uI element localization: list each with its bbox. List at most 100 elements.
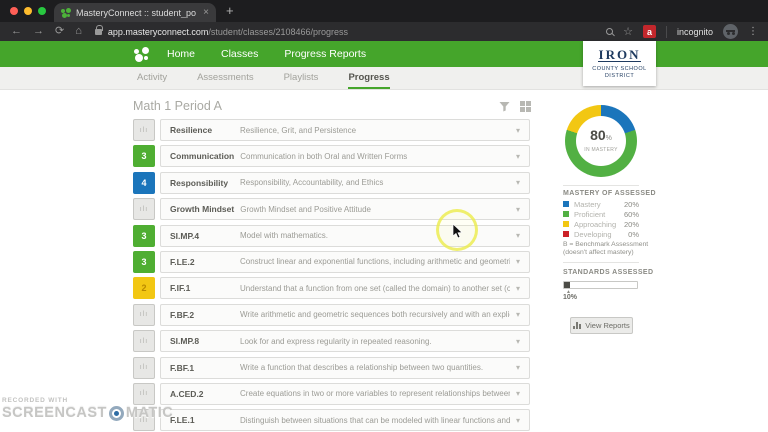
chevron-down-icon[interactable]: ▾ xyxy=(516,310,520,319)
chevron-down-icon[interactable]: ▾ xyxy=(516,126,520,135)
standard-score-badge: ılı xyxy=(133,304,155,326)
legend-color-swatch xyxy=(563,201,569,207)
chevron-down-icon[interactable]: ▾ xyxy=(516,152,520,161)
nav-item-progress-reports[interactable]: Progress Reports xyxy=(284,48,366,60)
legend-label: Approaching xyxy=(574,220,624,229)
standard-score-badge: 3 xyxy=(133,145,155,167)
chevron-down-icon[interactable]: ▾ xyxy=(516,257,520,266)
lock-icon xyxy=(95,29,102,35)
close-window-button[interactable] xyxy=(10,7,18,15)
standard-box[interactable]: CommunicationCommunication in both Oral … xyxy=(160,145,530,167)
standard-row[interactable]: 4ResponsibilityResponsibility, Accountab… xyxy=(133,172,530,194)
standard-row[interactable]: 2F.IF.1Understand that a function from o… xyxy=(133,277,530,299)
standard-box[interactable]: F.LE.2Construct linear and exponential f… xyxy=(160,251,530,273)
legend-item: Developing0% xyxy=(563,229,639,239)
chevron-down-icon[interactable]: ▾ xyxy=(516,178,520,187)
standard-description: Write arithmetic and geometric sequences… xyxy=(240,310,510,319)
chevron-down-icon[interactable]: ▾ xyxy=(516,205,520,214)
standard-code: Responsibility xyxy=(170,178,234,188)
legend-label: Proficient xyxy=(574,210,624,219)
chevron-down-icon[interactable]: ▾ xyxy=(516,416,520,425)
chevron-down-icon[interactable]: ▾ xyxy=(516,337,520,346)
tab-title: MasteryConnect :: student_po xyxy=(76,8,198,18)
legend-label: Mastery xyxy=(574,200,624,209)
standard-box[interactable]: ResilienceResilience, Grit, and Persiste… xyxy=(160,119,530,141)
standards-list: ılıResilienceResilience, Grit, and Persi… xyxy=(133,119,530,432)
watermark-brand-right: MATIC xyxy=(126,405,173,421)
new-tab-button[interactable]: + xyxy=(226,3,234,18)
standards-assessed-bar xyxy=(563,281,638,289)
bar-chart-icon xyxy=(573,322,581,329)
zoom-window-button[interactable] xyxy=(38,7,46,15)
standard-row[interactable]: ılıF.BF.2Write arithmetic and geometric … xyxy=(133,304,530,326)
standard-row[interactable]: 3F.LE.2Construct linear and exponential … xyxy=(133,251,530,273)
legend-item: Proficient60% xyxy=(563,209,639,219)
close-tab-icon[interactable]: × xyxy=(203,7,209,18)
browser-menu-icon[interactable]: ⋮ xyxy=(748,26,758,37)
legend-value: 20% xyxy=(624,200,639,209)
grid-view-icon[interactable] xyxy=(520,101,531,112)
standard-description: Responsibility, Accountability, and Ethi… xyxy=(240,178,510,187)
tab-progress[interactable]: Progress xyxy=(348,67,389,89)
standard-row[interactable]: ılıSI.MP.8Look for and express regularit… xyxy=(133,330,530,352)
standard-row[interactable]: ılıF.LE.1Distinguish between situations … xyxy=(133,409,530,431)
home-icon[interactable]: ⌂ xyxy=(75,22,82,41)
standard-box[interactable]: F.IF.1Understand that a function from on… xyxy=(160,277,530,299)
standard-score-badge: ılı xyxy=(133,198,155,220)
search-icon[interactable] xyxy=(606,28,613,35)
browser-tab[interactable]: MasteryConnect :: student_po × xyxy=(54,3,216,22)
back-icon[interactable]: ← xyxy=(11,22,22,41)
reload-icon[interactable]: ⟳ xyxy=(55,22,64,41)
incognito-label: incognito xyxy=(677,27,713,37)
standard-row[interactable]: ılıResilienceResilience, Grit, and Persi… xyxy=(133,119,530,141)
benchmark-note: B = Benchmark Assessment (doesn't affect… xyxy=(563,241,648,257)
standard-score-badge: ılı xyxy=(133,119,155,141)
standard-box[interactable]: F.BF.2Write arithmetic and geometric seq… xyxy=(160,304,530,326)
main-nav: Home Classes Progress Reports xyxy=(167,48,366,60)
tab-assessments[interactable]: Assessments xyxy=(197,67,254,89)
chevron-down-icon[interactable]: ▾ xyxy=(516,363,520,372)
standard-description: Write a function that describes a relati… xyxy=(240,363,510,372)
nav-item-home[interactable]: Home xyxy=(167,48,195,60)
nav-item-classes[interactable]: Classes xyxy=(221,48,258,60)
standard-score-badge: 3 xyxy=(133,251,155,273)
screencast-watermark: RECORDED WITH SCREENCAST MATIC xyxy=(2,397,173,421)
standard-code: SI.MP.8 xyxy=(170,336,234,346)
chevron-down-icon[interactable]: ▾ xyxy=(516,231,520,240)
masteryconnect-favicon xyxy=(61,8,71,18)
standard-code: A.CED.2 xyxy=(170,389,234,399)
standard-row[interactable]: ılıA.CED.2Create equations in two or mor… xyxy=(133,383,530,405)
standard-code: Communication xyxy=(170,151,234,161)
standard-score-badge: ılı xyxy=(133,357,155,379)
standard-box[interactable]: F.LE.1Distinguish between situations tha… xyxy=(160,409,530,431)
standard-code: F.BF.1 xyxy=(170,363,234,373)
standard-description: Resilience, Grit, and Persistence xyxy=(240,126,510,135)
standard-box[interactable]: A.CED.2Create equations in two or more v… xyxy=(160,383,530,405)
district-subtitle2: DISTRICT xyxy=(583,73,656,79)
window-controls[interactable] xyxy=(10,7,46,15)
standard-box[interactable]: Growth MindsetGrowth Mindset and Positiv… xyxy=(160,198,530,220)
extension-icon[interactable]: a xyxy=(643,25,656,38)
donut-center: 80% IN MASTERY xyxy=(576,116,626,166)
tab-activity[interactable]: Activity xyxy=(137,67,167,89)
chevron-down-icon[interactable]: ▾ xyxy=(516,284,520,293)
chevron-down-icon[interactable]: ▾ xyxy=(516,389,520,398)
url-path: /student/classes/2108466/progress xyxy=(208,27,348,37)
browser-url-bar: ← → ⟳ ⌂ app.masteryconnect.com/student/c… xyxy=(0,22,768,41)
masteryconnect-logo[interactable] xyxy=(134,47,149,62)
standard-score-badge: 3 xyxy=(133,225,155,247)
address-input[interactable]: app.masteryconnect.com/student/classes/2… xyxy=(108,27,348,37)
standard-box[interactable]: SI.MP.8Look for and express regularity i… xyxy=(160,330,530,352)
tab-playlists[interactable]: Playlists xyxy=(284,67,319,89)
filter-icon[interactable] xyxy=(499,101,510,112)
standard-box[interactable]: F.BF.1 Write a function that describes a … xyxy=(160,357,530,379)
view-reports-button[interactable]: View Reports xyxy=(570,317,633,334)
legend-value: 0% xyxy=(628,230,639,239)
view-reports-label: View Reports xyxy=(585,321,629,330)
standard-row[interactable]: ılı F.BF.1 Write a function that describes… xyxy=(133,357,530,379)
standard-box[interactable]: Responsibility Responsibility, Accountabi… xyxy=(160,172,530,194)
standard-row[interactable]: 3CommunicationCommunication in both Oral… xyxy=(133,145,530,167)
forward-icon[interactable]: → xyxy=(33,22,44,41)
bookmark-star-icon[interactable]: ☆ xyxy=(623,25,633,38)
minimize-window-button[interactable] xyxy=(24,7,32,15)
